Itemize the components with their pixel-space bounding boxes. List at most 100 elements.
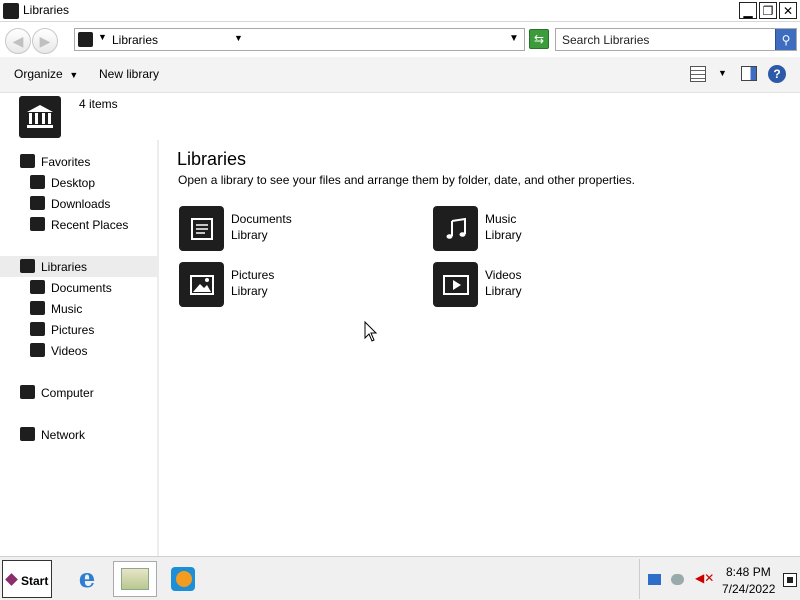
- help-icon[interactable]: ?: [768, 65, 786, 83]
- computer-icon: [20, 385, 35, 399]
- close-button[interactable]: ✕: [779, 2, 797, 19]
- star-icon: [20, 154, 35, 168]
- downloads-icon: [30, 196, 45, 210]
- nav-item-pictures[interactable]: Pictures: [0, 319, 157, 340]
- windows-explorer-icon[interactable]: [113, 561, 157, 597]
- change-view-icon[interactable]: [690, 66, 706, 82]
- nav-item-music[interactable]: Music: [0, 298, 157, 319]
- windows-logo-icon: [5, 573, 18, 586]
- content-pane: Libraries Open a library to see your fil…: [161, 140, 800, 556]
- preview-pane-icon[interactable]: [741, 66, 757, 81]
- recent-places-icon: [30, 217, 45, 231]
- forward-arrow-icon: ▶: [39, 32, 51, 49]
- nav-label: Desktop: [51, 176, 96, 190]
- breadcrumb-libraries[interactable]: Libraries: [112, 33, 158, 47]
- library-type: Library: [231, 228, 268, 242]
- refresh-button[interactable]: ⇆: [529, 29, 549, 49]
- details-header: 4 items: [0, 94, 800, 140]
- nav-label: Network: [41, 428, 86, 442]
- back-arrow-icon: ◀: [12, 32, 24, 49]
- music-icon: [30, 301, 45, 315]
- nav-label: Videos: [51, 344, 88, 358]
- recent-locations-dropdown[interactable]: ▼: [509, 33, 519, 44]
- nav-item-network[interactable]: Network: [0, 424, 157, 445]
- nav-item-favorites[interactable]: Favorites: [0, 151, 157, 172]
- item-count: 4 items: [79, 97, 118, 111]
- refresh-icon: ⇆: [533, 32, 545, 46]
- clock-date[interactable]: 7/24/2022: [722, 582, 775, 596]
- nav-label: Recent Places: [51, 218, 129, 232]
- nav-label: Downloads: [51, 197, 111, 211]
- nav-label: Pictures: [51, 323, 95, 337]
- library-tile-pictures[interactable]: Pictures Library: [179, 262, 379, 308]
- library-tile-documents[interactable]: Documents Library: [179, 206, 379, 252]
- show-desktop-button[interactable]: [783, 573, 797, 587]
- search-button[interactable]: ⚲: [775, 29, 796, 50]
- library-tile-music[interactable]: Music Library: [433, 206, 633, 252]
- folder-icon: [121, 568, 149, 590]
- documents-icon: [179, 206, 224, 251]
- notification-area: ◀✕ 8:48 PM 7/24/2022: [639, 559, 800, 599]
- videos-icon: [30, 343, 45, 357]
- start-button[interactable]: Start: [2, 560, 52, 598]
- nav-item-libraries[interactable]: Libraries: [0, 256, 157, 277]
- search-input[interactable]: [556, 29, 776, 50]
- internet-explorer-icon[interactable]: e: [65, 561, 109, 597]
- address-bar[interactable]: ▼ Libraries ▼ ▼: [74, 28, 525, 51]
- documents-icon: [30, 280, 45, 294]
- address-bar-row: ◀ ▶ ▼ Libraries ▼ ▼ ⇆ ⚲: [0, 23, 800, 57]
- minimize-button[interactable]: ▁: [739, 2, 757, 19]
- search-icon: ⚲: [781, 32, 791, 47]
- network-tray-icon[interactable]: [648, 574, 661, 585]
- library-tile-videos[interactable]: Videos Library: [433, 262, 633, 308]
- organize-button[interactable]: Organize ▼: [14, 67, 78, 81]
- nav-item-recent-places[interactable]: Recent Places: [0, 214, 157, 235]
- start-label: Start: [21, 574, 49, 588]
- action-center-icon[interactable]: [671, 574, 684, 585]
- title-bar: Libraries ▁ ❐ ✕: [0, 0, 800, 22]
- window-title: Libraries: [23, 3, 70, 17]
- forward-button[interactable]: ▶: [32, 28, 58, 54]
- chevron-down-icon[interactable]: ▼: [234, 33, 243, 43]
- libraries-icon: [20, 259, 35, 273]
- breadcrumb-separator-icon[interactable]: ▼: [98, 32, 107, 42]
- libraries-icon: [78, 32, 93, 47]
- mouse-cursor-icon: [364, 321, 378, 342]
- library-name: Music: [485, 212, 517, 226]
- desktop-icon: [30, 175, 45, 189]
- close-icon: ✕: [782, 3, 794, 18]
- page-title: Libraries: [177, 149, 247, 169]
- nav-item-documents[interactable]: Documents: [0, 277, 157, 298]
- maximize-button[interactable]: ❐: [759, 2, 777, 19]
- library-name: Pictures: [231, 268, 275, 282]
- videos-icon: [433, 262, 478, 307]
- search-box[interactable]: ⚲: [555, 28, 797, 51]
- nav-item-computer[interactable]: Computer: [0, 382, 157, 403]
- restore-icon: ❐: [762, 3, 774, 18]
- library-type: Library: [485, 284, 522, 298]
- nav-label: Computer: [41, 386, 94, 400]
- library-name: Videos: [485, 268, 522, 282]
- media-player-icon[interactable]: [161, 561, 205, 597]
- chevron-down-icon: ▼: [69, 70, 79, 80]
- organize-label: Organize: [14, 67, 63, 81]
- nav-label: Favorites: [41, 155, 91, 169]
- nav-item-downloads[interactable]: Downloads: [0, 193, 157, 214]
- libraries-large-icon: [19, 96, 61, 138]
- pictures-icon: [30, 322, 45, 336]
- volume-muted-icon[interactable]: ◀✕: [695, 571, 714, 585]
- command-bar: Organize ▼ New library ▼ ?: [0, 57, 800, 93]
- page-subtitle: Open a library to see your files and arr…: [178, 173, 635, 187]
- taskbar: Start e ◀✕ 8:48 PM 7/24/2022: [0, 556, 800, 600]
- back-button[interactable]: ◀: [5, 28, 31, 54]
- more-options-icon[interactable]: ▼: [718, 68, 727, 78]
- library-type: Library: [485, 228, 522, 242]
- new-library-button[interactable]: New library: [99, 67, 159, 81]
- clock-time[interactable]: 8:48 PM: [726, 565, 771, 579]
- nav-item-desktop[interactable]: Desktop: [0, 172, 157, 193]
- nav-label: Music: [51, 302, 83, 316]
- nav-item-videos[interactable]: Videos: [0, 340, 157, 361]
- network-icon: [20, 427, 35, 441]
- pictures-icon: [179, 262, 224, 307]
- library-name: Documents: [231, 212, 292, 226]
